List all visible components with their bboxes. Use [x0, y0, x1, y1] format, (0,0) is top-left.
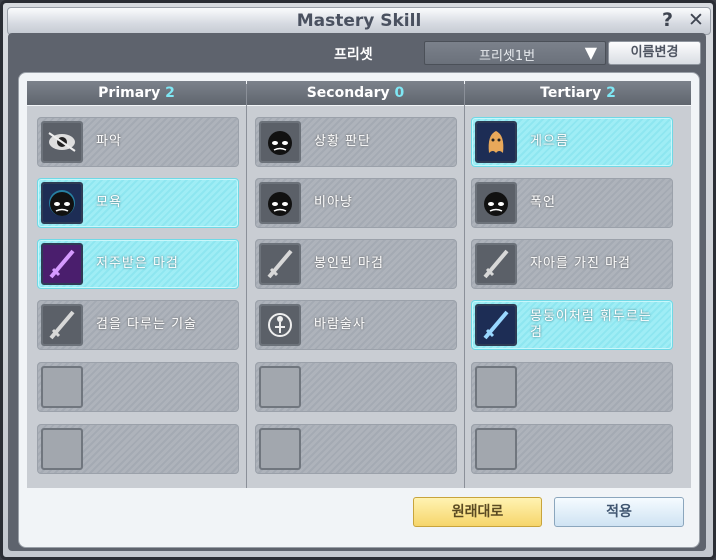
club-sword-icon[interactable]	[475, 304, 517, 346]
column-header-secondary: Secondary 0	[247, 81, 464, 105]
column-count-primary: 2	[165, 85, 175, 101]
skill-name: 비아냥	[314, 195, 353, 210]
empty-slot-icon[interactable]	[41, 428, 83, 470]
column-count-tertiary: 2	[606, 85, 616, 101]
skill-slot[interactable]	[255, 424, 457, 474]
preset-label: 프리셋	[334, 47, 373, 63]
column-divider	[246, 84, 247, 488]
skill-name: 검을 다루는 기술	[96, 317, 197, 332]
skill-slot[interactable]: 비아냥	[255, 178, 457, 228]
lazy-ghost-icon[interactable]	[475, 121, 517, 163]
column-title-primary: Primary	[98, 85, 161, 101]
skill-slot[interactable]: 모욕	[37, 178, 239, 228]
skill-name: 상황 판단	[314, 134, 371, 149]
empty-slot-icon[interactable]	[259, 428, 301, 470]
empty-slot-icon[interactable]	[259, 366, 301, 408]
preset-dropdown[interactable]: 프리셋1번 ▼	[424, 41, 606, 65]
skill-name: 바람술사	[314, 317, 366, 332]
skill-slot[interactable]	[255, 362, 457, 412]
skill-slot[interactable]: 바람술사	[255, 300, 457, 350]
skill-slot[interactable]: 봉인된 마검	[255, 239, 457, 289]
help-button[interactable]: ?	[662, 9, 673, 31]
column-divider	[464, 84, 465, 488]
skill-slot[interactable]	[37, 424, 239, 474]
ego-sword-icon[interactable]	[475, 243, 517, 285]
title-bar[interactable]: Mastery Skill ? ✕	[7, 7, 711, 35]
skill-slot[interactable]	[471, 362, 673, 412]
empty-slot-icon[interactable]	[41, 366, 83, 408]
empty-slot-icon[interactable]	[475, 366, 517, 408]
skill-name: 몽둥이처럼 휘두르는 검	[530, 309, 652, 340]
column-header-tertiary: Tertiary 2	[465, 81, 691, 105]
skill-name: 모욕	[96, 195, 122, 210]
skill-slot[interactable]	[37, 362, 239, 412]
column-count-secondary: 0	[394, 85, 405, 101]
skill-slot[interactable]: 검을 다루는 기술	[37, 300, 239, 350]
preset-selected-value: 프리셋1번	[479, 49, 536, 64]
skill-name: 봉인된 마검	[314, 256, 384, 271]
skill-slot[interactable]	[471, 424, 673, 474]
rename-button[interactable]: 이름변경	[608, 41, 701, 65]
skill-slot[interactable]: 상황 판단	[255, 117, 457, 167]
skill-slot[interactable]: 게으름	[471, 117, 673, 167]
skill-name: 게으름	[530, 134, 569, 149]
skill-name: 저주받은 마검	[96, 256, 179, 271]
window-title: Mastery Skill	[296, 11, 422, 31]
sealed-sword-icon[interactable]	[259, 243, 301, 285]
close-button[interactable]: ✕	[688, 9, 704, 31]
sneer-face-icon[interactable]	[259, 182, 301, 224]
skill-slot[interactable]: 파악	[37, 117, 239, 167]
column-header-primary: Primary 2	[27, 81, 246, 105]
wind-mage-icon[interactable]	[259, 304, 301, 346]
sword-technique-icon[interactable]	[41, 304, 83, 346]
skill-slot[interactable]: 폭언	[471, 178, 673, 228]
column-title-secondary: Secondary	[306, 85, 390, 101]
column-title-tertiary: Tertiary	[540, 85, 602, 101]
skill-name: 자아를 가진 마검	[530, 256, 631, 271]
skill-name: 폭언	[530, 195, 556, 210]
skill-slot[interactable]: 저주받은 마검	[37, 239, 239, 289]
empty-slot-icon[interactable]	[475, 428, 517, 470]
skill-slot[interactable]: 몽둥이처럼 휘두르는 검	[471, 300, 673, 350]
rant-face-icon[interactable]	[475, 182, 517, 224]
angry-face-icon[interactable]	[41, 182, 83, 224]
cursed-sword-icon[interactable]	[41, 243, 83, 285]
dropdown-arrow-icon[interactable]: ▼	[585, 43, 597, 62]
skill-slot[interactable]: 자아를 가진 마검	[471, 239, 673, 289]
skill-name: 파악	[96, 134, 122, 149]
eye-icon[interactable]	[41, 121, 83, 163]
situation-face-icon[interactable]	[259, 121, 301, 163]
reset-button[interactable]: 원래대로	[413, 497, 542, 527]
apply-button[interactable]: 적용	[554, 497, 684, 527]
